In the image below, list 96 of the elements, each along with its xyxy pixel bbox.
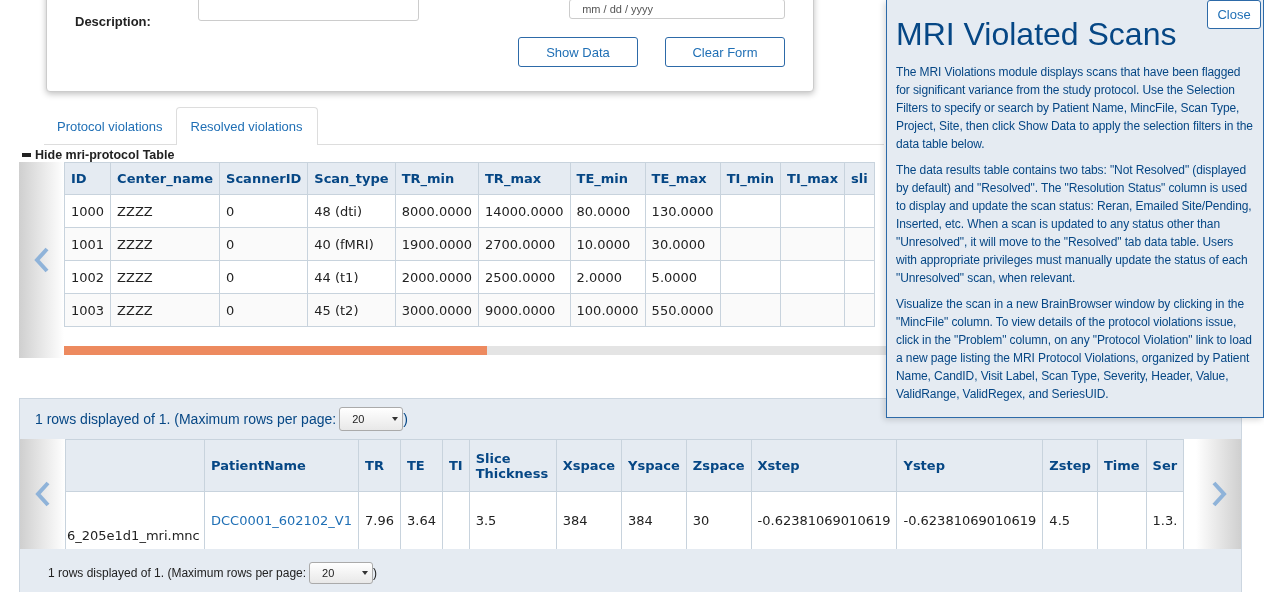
- table-cell: 0: [226, 236, 235, 252]
- close-button[interactable]: Close: [1207, 0, 1261, 29]
- scroll-left-button[interactable]: [20, 439, 65, 549]
- table-cell: 10.0000: [576, 236, 631, 252]
- table-cell: 550.0000: [651, 302, 714, 318]
- table-cell: 1003: [71, 302, 105, 318]
- column-header: TI_min: [720, 162, 781, 195]
- table-cell: 1000: [71, 203, 105, 219]
- column-header: TI: [448, 458, 463, 473]
- form-button[interactable]: Clear Form: [665, 37, 785, 67]
- table-cell: 2500.0000: [485, 269, 556, 285]
- table-cell: 0: [226, 302, 235, 318]
- table-cell: 1001: [71, 236, 105, 252]
- column-header: TR_max: [478, 162, 571, 195]
- table-cell: 2.0000: [576, 269, 623, 285]
- column-header: ID: [64, 162, 111, 195]
- table-cell: 1900.0000: [401, 236, 472, 252]
- table-cell: 384: [562, 513, 588, 528]
- form-button[interactable]: Show Data: [518, 37, 638, 67]
- minus-icon: [22, 153, 31, 157]
- table-cell: 40 (fMRI): [314, 236, 374, 252]
- table-cell: 8000.0000: [401, 203, 472, 219]
- table-cell: 7.96: [365, 513, 394, 528]
- table-cell: 100.0000: [576, 302, 639, 318]
- column-header: Time: [1103, 458, 1140, 473]
- page-size-select[interactable]: 20: [309, 562, 374, 584]
- column-header: Zspace: [692, 458, 745, 473]
- table-cell: 1002: [71, 269, 105, 285]
- table-cell: 0: [226, 203, 235, 219]
- column-header: TR_min: [395, 162, 479, 195]
- tab[interactable]: Protocol violations: [44, 107, 176, 145]
- table-cell: -0.62381069010619: [903, 513, 1037, 528]
- table-cell: 0: [226, 269, 235, 285]
- table-cell: 30: [692, 513, 710, 528]
- column-header: Xspace: [562, 458, 616, 473]
- column-header: TE: [407, 458, 425, 473]
- caret-icon: [362, 571, 369, 575]
- table-cell: 6_205e1d1_mri.mnc: [67, 528, 200, 543]
- rows-summary-close: ): [373, 566, 378, 580]
- table-cell: 30.0000: [651, 236, 706, 252]
- rows-summary: 1 rows displayed of 1. (Maximum rows per page:: [48, 566, 307, 580]
- table-cell: 3000.0000: [401, 302, 472, 318]
- hide-table-toggle[interactable]: Hide mri-protocol Table: [22, 148, 175, 162]
- help-title: MRI Violated Scans: [896, 16, 1178, 53]
- table-cell: 14000.0000: [485, 203, 564, 219]
- column-header: PatientName: [211, 458, 306, 473]
- column-header: Yspace: [628, 458, 680, 473]
- help-paragraph: The data results table contains two tabs: "Not Resolved" (displayed by default) and "Resolved". The "Resolution Status" column is used to display and update the scan status: Reran, Emailed Site/Pending, Inserted, etc. When a scan is updated to any status other than "Unresolved", it will move to the "Resolved" tab data table. Users with appropriate privileges must manually update the status of each "Unresolved" scan, when relevant.: [896, 162, 1253, 287]
- column-header: Ystep: [903, 458, 945, 473]
- column-header: Center_name: [110, 162, 220, 195]
- help-paragraph: Visualize the scan in a new BrainBrowser window by clicking in the "MincFile" column. To view details of the protocol violations issue, click in the "Problem" column, on any "Protocol Violation" link to load a new page listing the MRI Protocol Violations, organized by Patient Name, CandID, Visit Label, Scan Type, Severity, Header, Value, ValidRange, ValidRegex, and SeriesUID.: [896, 296, 1253, 403]
- table-cell: 2000.0000: [401, 269, 472, 285]
- column-header: TE_min: [570, 162, 646, 195]
- table-cell: 80.0000: [576, 203, 631, 219]
- column-header: Xstep: [757, 458, 800, 473]
- table-cell: ZZZZ: [117, 203, 153, 219]
- page-size-select[interactable]: 20: [339, 407, 404, 431]
- scroll-left-button[interactable]: [19, 162, 64, 358]
- table-cell: ZZZZ: [117, 269, 153, 285]
- table-cell: 5.0000: [651, 269, 698, 285]
- column-header: Ser: [1152, 458, 1178, 473]
- table-cell: 9000.0000: [485, 302, 556, 318]
- rows-summary-close: ): [403, 411, 408, 427]
- table-cell: 3.5: [475, 513, 497, 528]
- scroll-right-button[interactable]: [1196, 439, 1241, 549]
- column-header: Slice Thickness: [475, 450, 549, 481]
- column-header: sli: [844, 162, 875, 195]
- table-cell: 4.5: [1049, 513, 1071, 528]
- column-header: TR: [365, 458, 384, 473]
- date-field[interactable]: mm / dd / yyyy: [569, 0, 785, 19]
- tab[interactable]: Resolved violations: [175, 107, 318, 145]
- rows-summary: 1 rows displayed of 1. (Maximum rows per page:: [35, 411, 337, 427]
- column-header: Scan_type: [307, 162, 396, 195]
- help-paragraph: The MRI Violations module displays scans that have been flagged for significant variance from the study protocol. Use the Selection Filters to specify or search by Patient Name, MincFile, Scan Type, Project, Site, then click Show Data to apply the selection filters in the data table below.: [896, 64, 1254, 153]
- description-label: Description:: [75, 13, 152, 29]
- column-header: TI_max: [780, 162, 845, 195]
- table-cell: ZZZZ: [117, 302, 153, 318]
- chevron-left-icon: [33, 247, 50, 273]
- table-cell: ZZZZ: [117, 236, 153, 252]
- table-cell: 48 (dti): [314, 203, 363, 219]
- chevron-left-icon: [34, 481, 51, 507]
- table-cell: 45 (t2): [314, 302, 359, 318]
- caret-icon: [392, 417, 399, 421]
- table-cell: 1.3.: [1152, 513, 1178, 528]
- table-cell: 130.0000: [651, 203, 714, 219]
- horizontal-scrollbar[interactable]: [64, 346, 889, 355]
- table-cell: 3.64: [407, 513, 436, 528]
- description-field[interactable]: [197, 0, 420, 21]
- table-cell: -0.62381069010619: [757, 513, 891, 528]
- table-cell: 2700.0000: [485, 236, 556, 252]
- column-header: TE_max: [645, 162, 721, 195]
- table-cell: 384: [628, 513, 653, 528]
- table-cell: 44 (t1): [314, 269, 359, 285]
- chevron-right-icon: [1210, 481, 1227, 507]
- column-header: ScannerID: [219, 162, 308, 195]
- column-header: Zstep: [1049, 458, 1091, 473]
